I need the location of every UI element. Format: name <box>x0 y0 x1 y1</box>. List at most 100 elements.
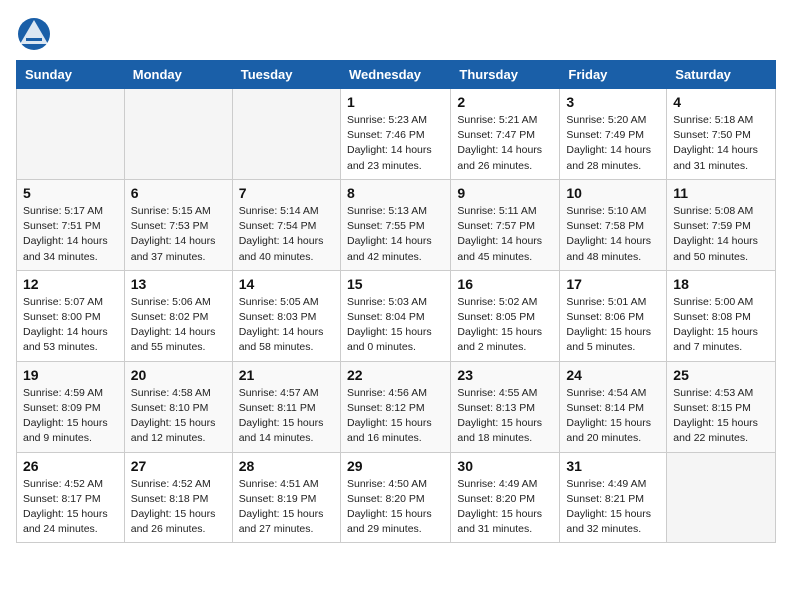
day-number: 23 <box>457 367 553 383</box>
day-number: 14 <box>239 276 334 292</box>
day-info: Sunrise: 4:56 AMSunset: 8:12 PMDaylight:… <box>347 386 444 447</box>
calendar-week-row: 26Sunrise: 4:52 AMSunset: 8:17 PMDayligh… <box>17 452 776 543</box>
day-number: 25 <box>673 367 769 383</box>
calendar-cell: 22Sunrise: 4:56 AMSunset: 8:12 PMDayligh… <box>340 361 450 452</box>
day-number: 5 <box>23 185 118 201</box>
day-number: 3 <box>566 94 660 110</box>
day-info: Sunrise: 4:51 AMSunset: 8:19 PMDaylight:… <box>239 477 334 538</box>
calendar-cell: 5 Sunrise: 5:17 AMSunset: 7:51 PMDaylight… <box>17 179 125 270</box>
calendar-cell: 7 Sunrise: 5:14 AMSunset: 7:54 PMDaylight… <box>232 179 340 270</box>
calendar-cell: 19 Sunrise: 4:59 AMSunset: 8:09 PMDayligh… <box>17 361 125 452</box>
calendar-cell: 31 Sunrise: 4:49 AMSunset: 8:21 PMDayligh… <box>560 452 667 543</box>
calendar-cell: 17 Sunrise: 5:01 AMSunset: 8:06 PMDayligh… <box>560 270 667 361</box>
calendar-cell: 18 Sunrise: 5:00 AMSunset: 8:08 PMDayligh… <box>667 270 776 361</box>
day-info: Sunrise: 5:08 AMSunset: 7:59 PMDaylight:… <box>673 204 769 265</box>
day-number: 20 <box>131 367 226 383</box>
day-number: 13 <box>131 276 226 292</box>
day-info: Sunrise: 4:49 AMSunset: 8:21 PMDaylight:… <box>566 477 660 538</box>
calendar-cell: 8Sunrise: 5:13 AMSunset: 7:55 PMDaylight… <box>340 179 450 270</box>
day-of-week-header: Friday <box>560 61 667 89</box>
calendar-cell: 14 Sunrise: 5:05 AMSunset: 8:03 PMDayligh… <box>232 270 340 361</box>
day-info: Sunrise: 5:21 AMSunset: 7:47 PMDaylight:… <box>457 113 553 174</box>
day-number: 2 <box>457 94 553 110</box>
day-info: Sunrise: 5:14 AMSunset: 7:54 PMDaylight:… <box>239 204 334 265</box>
calendar-cell: 29Sunrise: 4:50 AMSunset: 8:20 PMDayligh… <box>340 452 450 543</box>
day-number: 30 <box>457 458 553 474</box>
calendar-cell: 20 Sunrise: 4:58 AMSunset: 8:10 PMDayligh… <box>124 361 232 452</box>
calendar-cell <box>17 89 125 180</box>
calendar-cell: 25Sunrise: 4:53 AMSunset: 8:15 PMDayligh… <box>667 361 776 452</box>
day-info: Sunrise: 5:17 AMSunset: 7:51 PMDaylight:… <box>23 204 118 265</box>
day-number: 27 <box>131 458 226 474</box>
day-info: Sunrise: 5:18 AMSunset: 7:50 PMDaylight:… <box>673 113 769 174</box>
calendar-cell: 15 Sunrise: 5:03 AMSunset: 8:04 PMDayligh… <box>340 270 450 361</box>
day-number: 31 <box>566 458 660 474</box>
day-number: 7 <box>239 185 334 201</box>
day-of-week-header: Tuesday <box>232 61 340 89</box>
day-number: 18 <box>673 276 769 292</box>
day-number: 21 <box>239 367 334 383</box>
day-info: Sunrise: 5:10 AMSunset: 7:58 PMDaylight:… <box>566 204 660 265</box>
day-info: Sunrise: 5:00 AMSunset: 8:08 PMDaylight:… <box>673 295 769 356</box>
day-number: 24 <box>566 367 660 383</box>
calendar-cell: 30Sunrise: 4:49 AMSunset: 8:20 PMDayligh… <box>451 452 560 543</box>
day-number: 6 <box>131 185 226 201</box>
calendar-cell: 27 Sunrise: 4:52 AMSunset: 8:18 PMDayligh… <box>124 452 232 543</box>
day-number: 15 <box>347 276 444 292</box>
day-info: Sunrise: 5:02 AMSunset: 8:05 PMDaylight:… <box>457 295 553 356</box>
calendar-cell <box>667 452 776 543</box>
calendar-cell: 26Sunrise: 4:52 AMSunset: 8:17 PMDayligh… <box>17 452 125 543</box>
calendar-cell: 21Sunrise: 4:57 AMSunset: 8:11 PMDayligh… <box>232 361 340 452</box>
day-info: Sunrise: 5:07 AMSunset: 8:00 PMDaylight:… <box>23 295 118 356</box>
day-info: Sunrise: 5:11 AMSunset: 7:57 PMDaylight:… <box>457 204 553 265</box>
calendar-cell: 6 Sunrise: 5:15 AMSunset: 7:53 PMDaylight… <box>124 179 232 270</box>
day-info: Sunrise: 5:20 AMSunset: 7:49 PMDaylight:… <box>566 113 660 174</box>
calendar-cell: 1 Sunrise: 5:23 AMSunset: 7:46 PMDaylight… <box>340 89 450 180</box>
calendar-cell: 2 Sunrise: 5:21 AMSunset: 7:47 PMDaylight… <box>451 89 560 180</box>
day-info: Sunrise: 4:52 AMSunset: 8:17 PMDaylight:… <box>23 477 118 538</box>
day-number: 12 <box>23 276 118 292</box>
day-number: 1 <box>347 94 444 110</box>
calendar-table: SundayMondayTuesdayWednesdayThursdayFrid… <box>16 60 776 543</box>
day-info: Sunrise: 5:23 AMSunset: 7:46 PMDaylight:… <box>347 113 444 174</box>
day-of-week-header: Monday <box>124 61 232 89</box>
day-number: 28 <box>239 458 334 474</box>
day-of-week-header: Sunday <box>17 61 125 89</box>
day-info: Sunrise: 4:55 AMSunset: 8:13 PMDaylight:… <box>457 386 553 447</box>
day-number: 4 <box>673 94 769 110</box>
calendar-cell: 16 Sunrise: 5:02 AMSunset: 8:05 PMDayligh… <box>451 270 560 361</box>
day-number: 9 <box>457 185 553 201</box>
day-number: 19 <box>23 367 118 383</box>
day-of-week-header: Wednesday <box>340 61 450 89</box>
calendar-week-row: 19 Sunrise: 4:59 AMSunset: 8:09 PMDayligh… <box>17 361 776 452</box>
calendar-cell: 4 Sunrise: 5:18 AMSunset: 7:50 PMDaylight… <box>667 89 776 180</box>
calendar-cell <box>124 89 232 180</box>
logo-icon <box>16 16 52 52</box>
day-number: 8 <box>347 185 444 201</box>
day-info: Sunrise: 5:03 AMSunset: 8:04 PMDaylight:… <box>347 295 444 356</box>
calendar-week-row: 12 Sunrise: 5:07 AMSunset: 8:00 PMDayligh… <box>17 270 776 361</box>
day-number: 11 <box>673 185 769 201</box>
calendar-cell: 23 Sunrise: 4:55 AMSunset: 8:13 PMDayligh… <box>451 361 560 452</box>
day-info: Sunrise: 4:59 AMSunset: 8:09 PMDaylight:… <box>23 386 118 447</box>
day-number: 17 <box>566 276 660 292</box>
day-info: Sunrise: 5:01 AMSunset: 8:06 PMDaylight:… <box>566 295 660 356</box>
day-number: 16 <box>457 276 553 292</box>
day-number: 10 <box>566 185 660 201</box>
calendar-week-row: 1 Sunrise: 5:23 AMSunset: 7:46 PMDaylight… <box>17 89 776 180</box>
calendar-cell: 11 Sunrise: 5:08 AMSunset: 7:59 PMDayligh… <box>667 179 776 270</box>
calendar-cell: 10 Sunrise: 5:10 AMSunset: 7:58 PMDayligh… <box>560 179 667 270</box>
day-info: Sunrise: 5:05 AMSunset: 8:03 PMDaylight:… <box>239 295 334 356</box>
calendar-header-row: SundayMondayTuesdayWednesdayThursdayFrid… <box>17 61 776 89</box>
page-header <box>16 16 776 52</box>
day-info: Sunrise: 4:54 AMSunset: 8:14 PMDaylight:… <box>566 386 660 447</box>
day-info: Sunrise: 4:50 AMSunset: 8:20 PMDaylight:… <box>347 477 444 538</box>
day-info: Sunrise: 5:06 AMSunset: 8:02 PMDaylight:… <box>131 295 226 356</box>
day-of-week-header: Thursday <box>451 61 560 89</box>
calendar-cell <box>232 89 340 180</box>
calendar-cell: 9 Sunrise: 5:11 AMSunset: 7:57 PMDaylight… <box>451 179 560 270</box>
calendar-week-row: 5 Sunrise: 5:17 AMSunset: 7:51 PMDaylight… <box>17 179 776 270</box>
day-info: Sunrise: 4:58 AMSunset: 8:10 PMDaylight:… <box>131 386 226 447</box>
day-info: Sunrise: 5:15 AMSunset: 7:53 PMDaylight:… <box>131 204 226 265</box>
day-info: Sunrise: 4:52 AMSunset: 8:18 PMDaylight:… <box>131 477 226 538</box>
